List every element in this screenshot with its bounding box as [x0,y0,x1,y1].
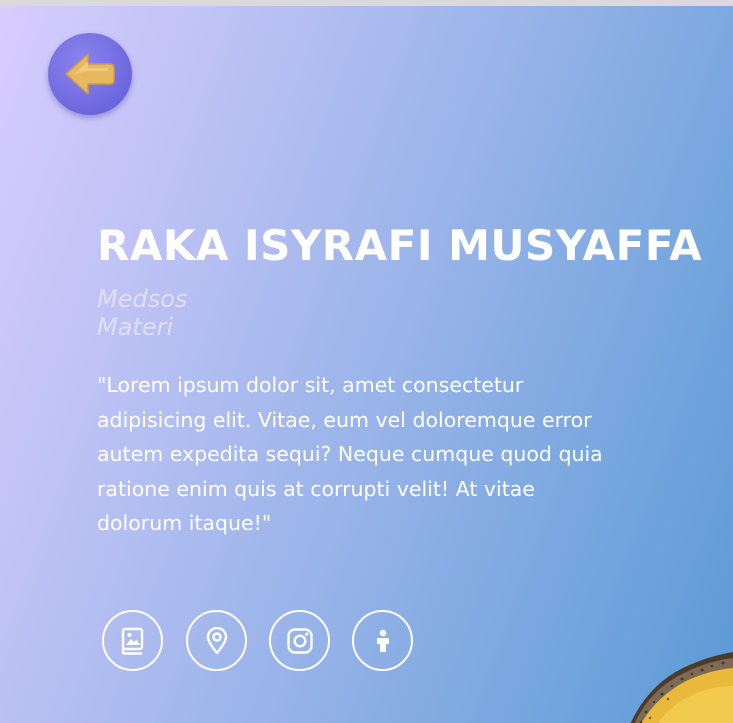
arrow-left-icon [65,53,115,95]
back-button[interactable] [48,33,132,115]
location-pin-icon [206,626,227,654]
person-icon [376,629,389,652]
tag-medsos: Medsos [97,285,188,313]
gallery-book-icon [121,627,143,655]
instagram-icon [286,627,313,654]
profile-panel: RAKA ISYRAFI MUSYAFFA Medsos Materi "Lor… [0,6,733,723]
profile-link-button[interactable] [352,610,413,671]
tag-materi: Materi [97,313,174,341]
gallery-link-button[interactable] [102,610,163,671]
instagram-link-button[interactable] [269,610,330,671]
profile-name: RAKA ISYRAFI MUSYAFFA [97,221,703,270]
profile-quote: "Lorem ipsum dolor sit, amet consectetur… [97,373,603,535]
location-link-button[interactable] [186,610,247,671]
decorative-fruit-image [630,652,733,723]
